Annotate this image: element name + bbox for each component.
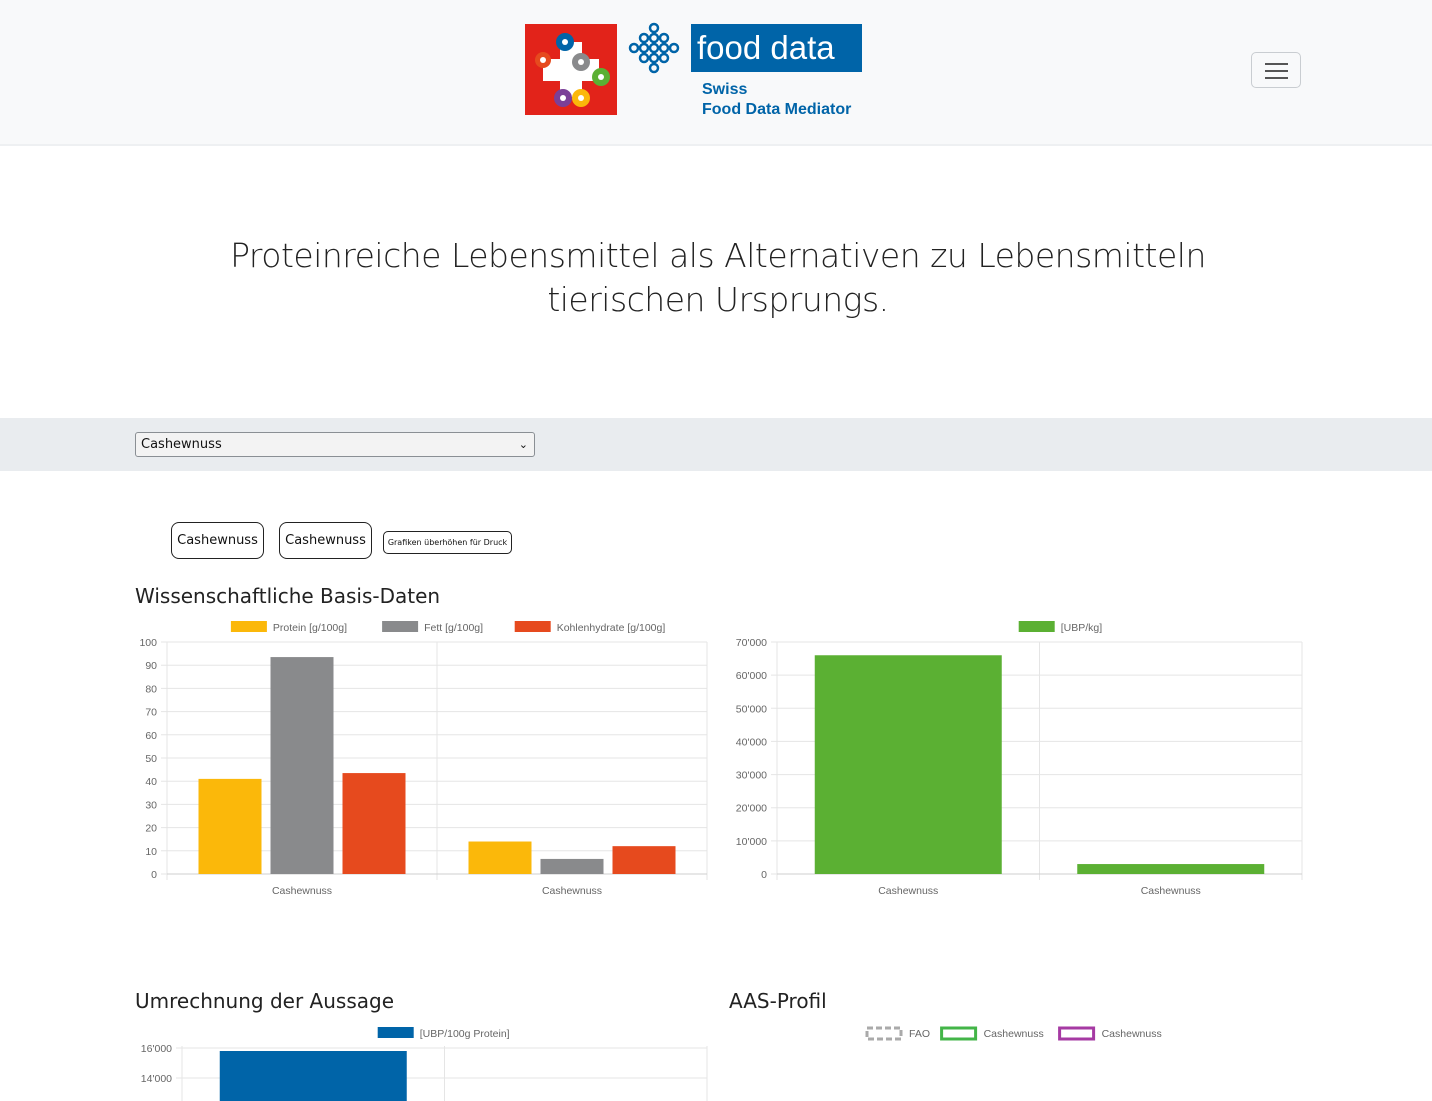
legend-label: Protein [g/100g] — [273, 622, 347, 634]
ubp-protein-bar-chart: [UBP/100g Protein] 14'000 16'000 — [141, 1027, 708, 1101]
print-enlarge-button[interactable]: Grafiken überhöhen für Druck — [383, 531, 512, 554]
y-tick-label: 30 — [145, 799, 157, 811]
ubp-bar-chart: [UBP/kg] 0 10'000 20'000 30'000 40'000 50'000 6… — [736, 621, 1303, 897]
y-tick-label: 10 — [145, 846, 157, 858]
bar — [540, 858, 604, 874]
y-tick-label: 50'000 — [736, 703, 767, 715]
legend-label: FAO — [909, 1028, 930, 1040]
x-tick-label: Cashewnuss — [272, 885, 332, 897]
chevron-down-icon: ⌄ — [518, 438, 528, 451]
y-tick-label: 80 — [145, 683, 157, 695]
bar — [814, 655, 1002, 874]
food-select-value: Cashewnuss — [141, 437, 222, 452]
legend-label: [UBP/kg] — [1061, 622, 1103, 634]
aas-radar-chart: FAO Cashewnuss Cashewnuss — [865, 1026, 1162, 1041]
menu-toggle-button[interactable] — [1251, 52, 1301, 88]
legend-label: Fett [g/100g] — [424, 622, 483, 634]
hamburger-icon-line — [1265, 63, 1288, 65]
legend-swatch — [377, 1027, 414, 1038]
y-tick-label: 30'000 — [736, 770, 767, 782]
bar — [219, 1051, 407, 1101]
bar — [468, 841, 532, 874]
legend-swatch — [230, 621, 267, 632]
food-data-logo[interactable]: food data — [691, 24, 862, 72]
page-title-line2: tierischen Ursprungs. — [547, 280, 889, 319]
page-title: Proteinreiche Lebensmittel als Alternati… — [200, 234, 1236, 322]
bar — [1077, 864, 1265, 874]
food-button-1[interactable]: Cashewnuss — [171, 522, 264, 559]
legend-swatch — [382, 621, 419, 632]
x-tick-label: Cashewnuss — [1141, 885, 1201, 897]
y-tick-label: 0 — [151, 869, 157, 881]
food-button-2[interactable]: Cashewnuss — [279, 522, 372, 559]
y-tick-label: 70 — [145, 707, 157, 719]
page-title-line1: Proteinreiche Lebensmittel als Alternati… — [230, 236, 1206, 275]
legend-swatch — [940, 1026, 978, 1041]
y-tick-label: 100 — [139, 637, 157, 649]
y-tick-label: 14'000 — [141, 1073, 172, 1085]
nutrients-bar-chart: Protein [g/100g] Fett [g/100g] Kohlenhydra… — [139, 621, 708, 897]
y-tick-label: 90 — [145, 660, 157, 672]
y-tick-label: 40'000 — [736, 736, 767, 748]
x-tick-label: Cashewnuss — [878, 885, 938, 897]
network-icon — [628, 22, 680, 74]
swiss-cross-icon — [535, 33, 610, 107]
y-tick-label: 0 — [761, 869, 767, 881]
x-tick-label: Cashewnuss — [542, 885, 602, 897]
legend-swatch — [1018, 621, 1055, 632]
legend-label: Kohlenhydrate [g/100g] — [557, 622, 666, 634]
y-tick-label: 20'000 — [736, 803, 767, 815]
legend-swatch — [1058, 1026, 1096, 1041]
legend-swatch — [865, 1026, 903, 1041]
section-title-umrechnung: Umrechnung der Aussage — [135, 989, 394, 1013]
logo-subtitle-line1: Swiss — [702, 81, 748, 98]
section-title-basis: Wissenschaftliche Basis-Daten — [135, 584, 441, 608]
y-tick-label: 60 — [145, 730, 157, 742]
hamburger-icon-line — [1265, 70, 1288, 72]
food-select[interactable]: Cashewnuss ⌄ — [135, 432, 535, 457]
swiss-cross-logo[interactable] — [525, 24, 617, 115]
y-tick-label: 20 — [145, 823, 157, 835]
bar — [198, 778, 262, 874]
logo-subtitle: Swiss Food Data Mediator — [702, 80, 851, 120]
y-tick-label: 16'000 — [141, 1043, 172, 1055]
legend-swatch — [514, 621, 551, 632]
y-tick-label: 50 — [145, 753, 157, 765]
page-header: food data Swiss Food Data Mediator — [0, 0, 1432, 146]
bar — [270, 657, 334, 874]
y-tick-label: 40 — [145, 776, 157, 788]
legend-label: Cashewnuss — [984, 1028, 1044, 1040]
hamburger-icon-line — [1265, 77, 1288, 79]
y-tick-label: 70'000 — [736, 637, 767, 649]
logo-subtitle-line2: Food Data Mediator — [702, 101, 852, 118]
legend-label: Cashewnuss — [1102, 1028, 1162, 1040]
section-title-aas: AAS-Profil — [729, 989, 827, 1013]
y-tick-label: 60'000 — [736, 670, 767, 682]
bar — [342, 773, 406, 874]
y-tick-label: 10'000 — [736, 836, 767, 848]
legend-label: [UBP/100g Protein] — [420, 1028, 510, 1040]
bar — [612, 846, 676, 874]
